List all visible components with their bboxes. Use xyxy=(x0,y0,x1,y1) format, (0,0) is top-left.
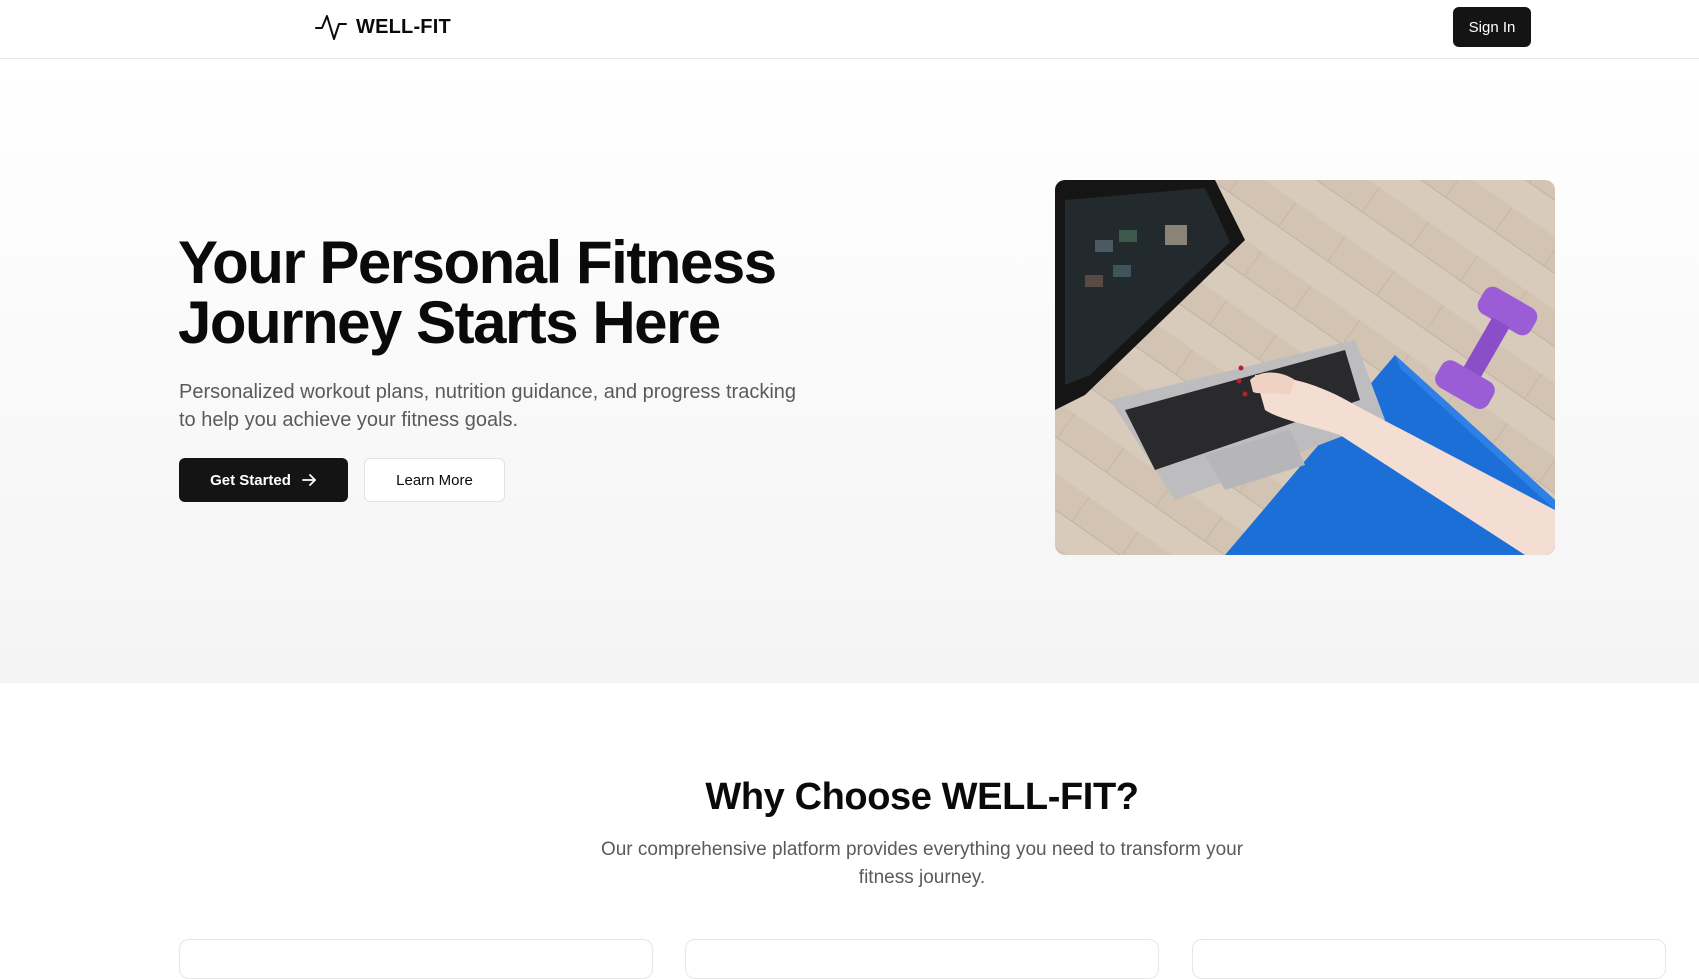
hero-image xyxy=(1055,180,1555,555)
site-header: WELL-FIT Sign In xyxy=(0,0,1699,59)
features-title: Why Choose WELL-FIT? xyxy=(705,776,1139,818)
feature-card xyxy=(179,939,653,979)
feature-card xyxy=(685,939,1159,979)
feature-card xyxy=(1192,939,1666,979)
hero-title: Your Personal Fitness Journey Starts Her… xyxy=(178,229,777,356)
brand-name: WELL-FIT xyxy=(356,15,451,38)
hero-subtitle: Personalized workout plans, nutrition gu… xyxy=(179,381,797,431)
get-started-label: Get Started xyxy=(210,471,291,489)
brand-logo[interactable]: WELL-FIT xyxy=(314,12,451,42)
activity-pulse-icon xyxy=(315,15,347,40)
fitness-laptop-image xyxy=(1055,180,1555,555)
get-started-button[interactable]: Get Started xyxy=(179,458,348,502)
arrow-right-icon xyxy=(302,474,316,486)
learn-more-button[interactable]: Learn More xyxy=(364,458,505,502)
features-subtitle: Our comprehensive platform provides ever… xyxy=(600,839,1244,888)
hero-section: Your Personal Fitness Journey Starts Her… xyxy=(0,60,1699,683)
sign-in-button[interactable]: Sign In xyxy=(1453,7,1531,47)
